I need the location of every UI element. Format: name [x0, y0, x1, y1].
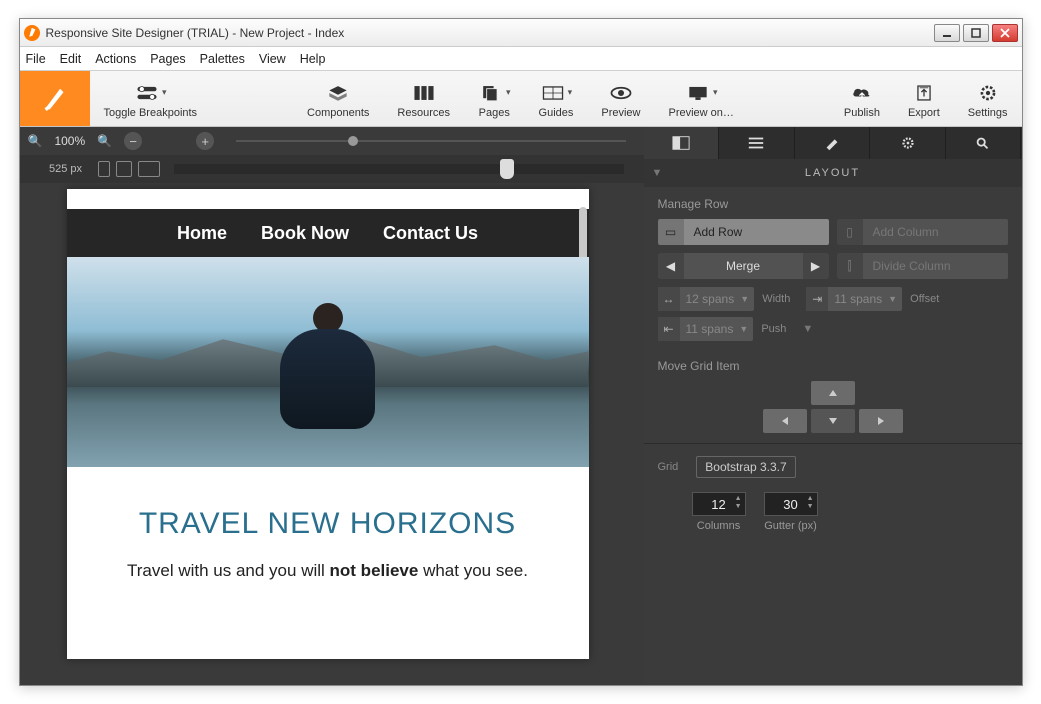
site-nav: Home Book Now Contact Us — [67, 209, 589, 257]
tab-gear[interactable] — [870, 127, 946, 159]
tab-list[interactable] — [719, 127, 795, 159]
preview-button[interactable]: Preview — [587, 71, 654, 126]
merge-right-icon: ▶ — [803, 253, 829, 279]
width-spans-input[interactable]: ↔12 spans▼ — [658, 287, 755, 311]
page-headline: TRAVEL NEW HORIZONS — [67, 467, 589, 551]
section-header[interactable]: ▼ LAYOUT — [644, 159, 1022, 187]
menu-view[interactable]: View — [259, 52, 286, 66]
zoom-plus-button[interactable]: + — [196, 132, 214, 150]
add-column-button[interactable]: ▯Add Column — [837, 219, 1008, 245]
move-grid-controls — [658, 381, 1008, 433]
zoom-minus-button[interactable]: − — [124, 132, 142, 150]
brand-logo[interactable] — [20, 71, 90, 126]
move-grid-label: Move Grid Item — [658, 359, 1008, 373]
nav-book[interactable]: Book Now — [261, 223, 349, 244]
settings-button[interactable]: Settings — [954, 71, 1022, 126]
workspace: 🔍 100% 🔍 − + 525 px Home — [20, 127, 1022, 685]
device-desktop-icon[interactable] — [138, 161, 160, 177]
zoom-out-icon[interactable]: 🔍 — [28, 134, 43, 148]
width-icon: ↔ — [658, 287, 680, 311]
merge-button[interactable]: ◀Merge▶ — [658, 253, 829, 279]
tab-layout[interactable] — [644, 127, 720, 159]
design-stage[interactable]: Home Book Now Contact Us TRAVEL NEW HORI… — [20, 183, 644, 685]
publish-button[interactable]: Publish — [830, 71, 894, 126]
guides-button[interactable]: ▾ Guides — [525, 71, 588, 126]
menu-help[interactable]: Help — [300, 52, 326, 66]
nav-contact[interactable]: Contact Us — [383, 223, 478, 244]
main-toolbar: ▾ Toggle Breakpoints Components Resource… — [20, 71, 1022, 127]
gutter-input[interactable]: 30▲▼ — [764, 492, 818, 516]
move-up-button[interactable] — [811, 381, 855, 405]
menu-palettes[interactable]: Palettes — [200, 52, 245, 66]
titlebar: Responsive Site Designer (TRIAL) - New P… — [20, 19, 1022, 47]
add-row-button[interactable]: ▭Add Row — [658, 219, 829, 245]
merge-left-icon: ◀ — [658, 253, 684, 279]
grid-section: Grid Bootstrap 3.3.7 12▲▼ Columns 30▲▼ G… — [644, 443, 1022, 544]
toggle-breakpoints-button[interactable]: ▾ Toggle Breakpoints — [90, 71, 212, 126]
collapse-icon: ▼ — [652, 167, 665, 179]
close-button[interactable] — [992, 24, 1018, 42]
components-button[interactable]: Components — [293, 71, 383, 126]
offset-spans-input[interactable]: ⇥11 spans▼ — [806, 287, 902, 311]
zoom-slider-handle[interactable] — [348, 136, 358, 146]
inspector-panel: ▼ LAYOUT Manage Row ▭Add Row ▯Add Column… — [644, 127, 1022, 685]
menu-file[interactable]: File — [26, 52, 46, 66]
resources-button[interactable]: Resources — [383, 71, 464, 126]
breakpoint-track[interactable] — [174, 164, 624, 174]
push-icon: ⇤ — [658, 317, 680, 341]
zoom-bar: 🔍 100% 🔍 − + — [20, 127, 644, 155]
menu-edit[interactable]: Edit — [60, 52, 82, 66]
manage-row-label: Manage Row — [658, 197, 1008, 211]
breakpoint-handle[interactable] — [500, 159, 514, 179]
menu-actions[interactable]: Actions — [95, 52, 136, 66]
inspector-tabs — [644, 127, 1022, 159]
move-right-button[interactable] — [859, 409, 903, 433]
menu-pages[interactable]: Pages — [150, 52, 185, 66]
add-column-icon: ▯ — [837, 219, 863, 245]
zoom-in-icon[interactable]: 🔍 — [97, 134, 112, 148]
export-button[interactable]: Export — [894, 71, 954, 126]
menu-bar: File Edit Actions Pages Palettes View He… — [20, 47, 1022, 71]
preview-on-button[interactable]: ▾ Preview on… — [655, 71, 748, 126]
zoom-level: 100% — [54, 134, 85, 148]
columns-input[interactable]: 12▲▼ — [692, 492, 746, 516]
minimize-button[interactable] — [934, 24, 960, 42]
page-subtext: Travel with us and you will not believe … — [67, 551, 589, 591]
canvas-width: 525 px — [40, 163, 92, 175]
breakpoint-bar: 525 px — [20, 155, 644, 183]
device-tablet-icon[interactable] — [116, 161, 132, 177]
device-phone-icon[interactable] — [98, 161, 110, 177]
tab-search[interactable] — [946, 127, 1022, 159]
divide-icon: ⫿ — [837, 253, 863, 279]
nav-home[interactable]: Home — [177, 223, 227, 244]
pages-button[interactable]: ▾ Pages — [464, 71, 525, 126]
move-down-button[interactable] — [811, 409, 855, 433]
app-window: Responsive Site Designer (TRIAL) - New P… — [19, 18, 1023, 686]
layout-panel: Manage Row ▭Add Row ▯Add Column ◀Merge▶ … — [644, 187, 1022, 443]
maximize-button[interactable] — [963, 24, 989, 42]
push-spans-input[interactable]: ⇤11 spans▼ — [658, 317, 754, 341]
canvas-area: 🔍 100% 🔍 − + 525 px Home — [20, 127, 644, 685]
divide-column-button[interactable]: ⫿Divide Column — [837, 253, 1008, 279]
app-icon — [24, 25, 40, 41]
offset-icon: ⇥ — [806, 287, 828, 311]
move-left-button[interactable] — [763, 409, 807, 433]
tab-brush[interactable] — [795, 127, 871, 159]
add-row-icon: ▭ — [658, 219, 684, 245]
page-preview[interactable]: Home Book Now Contact Us TRAVEL NEW HORI… — [67, 189, 589, 659]
hero-image — [67, 257, 589, 467]
window-title: Responsive Site Designer (TRIAL) - New P… — [46, 26, 934, 40]
grid-framework-select[interactable]: Bootstrap 3.3.7 — [696, 456, 795, 478]
